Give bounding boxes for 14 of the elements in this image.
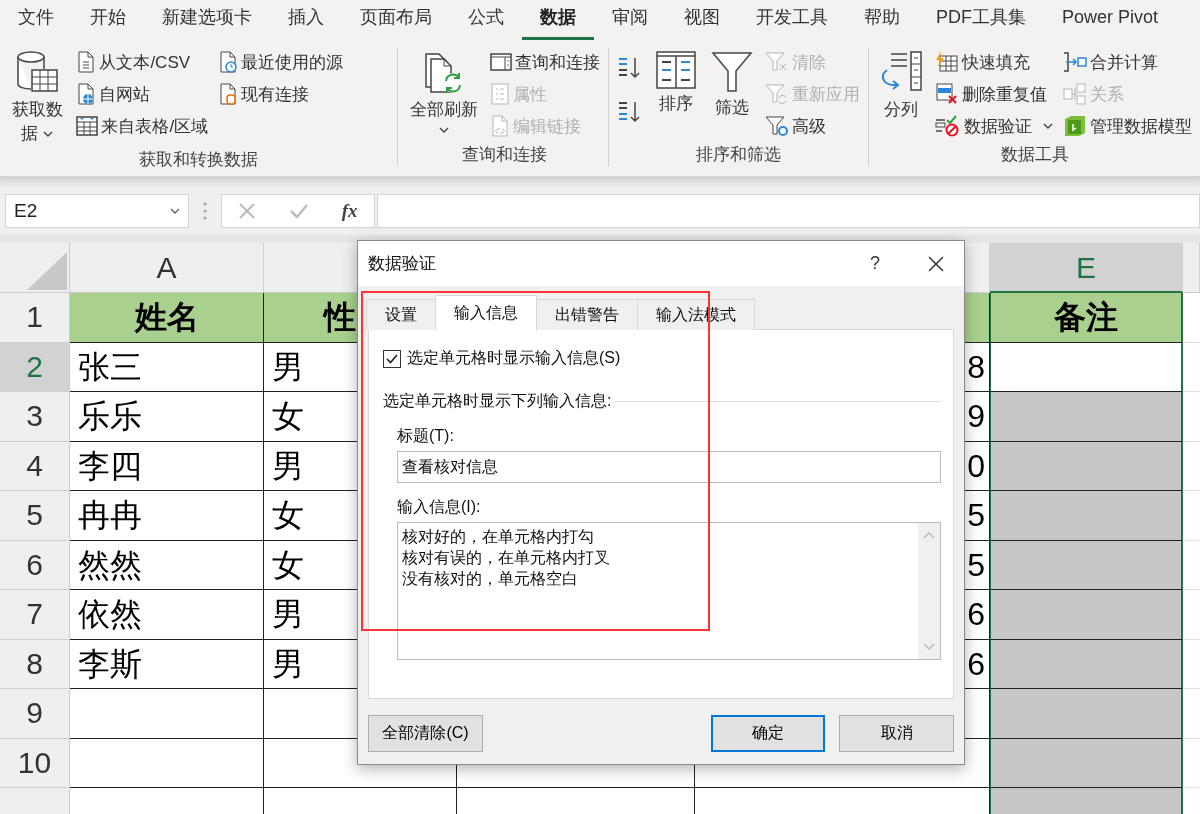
group-label: 数据工具	[999, 144, 1070, 166]
table-cell: 乐乐	[70, 392, 264, 442]
group-label: 获取和转换数据	[138, 149, 259, 171]
table-cell: 李四	[70, 441, 264, 491]
table-cell: 备注	[990, 293, 1183, 343]
table-cell: 然然	[70, 540, 264, 590]
table-cell: 冉冉	[70, 491, 264, 541]
group-label: 查询和连接	[460, 144, 548, 166]
table-cell: 张三	[70, 342, 264, 392]
table-cell: 依然	[70, 590, 264, 640]
dialog-title: 数据验证	[368, 253, 437, 275]
table-cell: 姓名	[70, 293, 264, 343]
group-label: 排序和筛选	[695, 144, 782, 166]
table-cell: 李斯	[70, 639, 264, 689]
